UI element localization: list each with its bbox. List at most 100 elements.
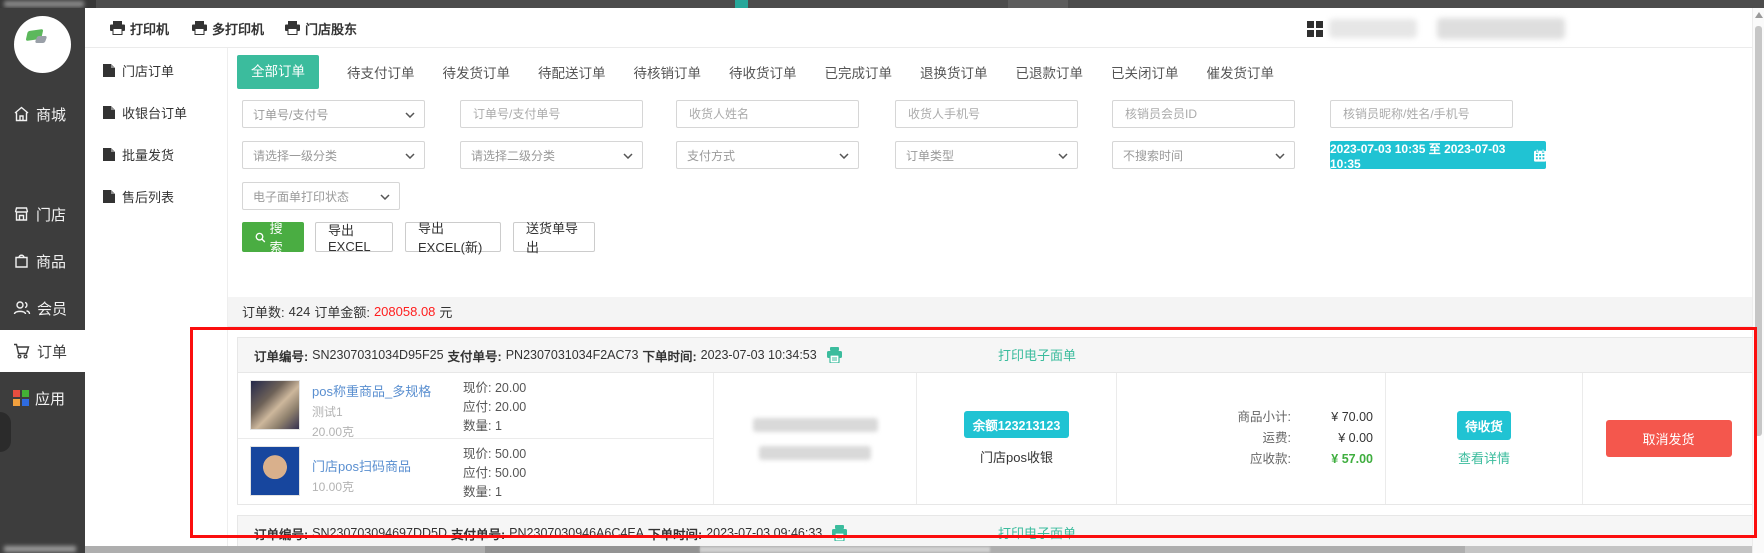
verifier-member-id-input[interactable] (1123, 106, 1284, 122)
cancel-shipment-button[interactable]: 取消发货 (1606, 420, 1732, 457)
sidebar-item-apps[interactable]: 应用 (0, 377, 85, 419)
print-receipt-icon[interactable] (826, 347, 843, 363)
order-count-label: 订单数: (242, 302, 285, 321)
order-no-label: 订单编号: (254, 346, 308, 365)
product-row: pos称重商品_多规格 测试1 20.00克 现价: 20.00 应付: 20.… (238, 373, 713, 439)
order-no-input[interactable] (471, 106, 632, 122)
chevron-down-icon (405, 112, 415, 118)
store-logo-avatar[interactable] (14, 16, 71, 73)
verifier-name-input-wrap (1330, 100, 1513, 128)
receiver-phone-input-wrap (895, 100, 1078, 128)
tab-closed[interactable]: 已关闭订单 (1111, 62, 1179, 82)
tab-pending-receipt[interactable]: 待收货订单 (729, 62, 797, 82)
store-shareholder-button[interactable]: 门店股东 (285, 8, 357, 48)
sidebar-item-label: 应用 (35, 388, 65, 409)
sidebar-item-mall[interactable]: 商城 (0, 93, 85, 135)
tab-urge-shipment[interactable]: 催发货订单 (1207, 62, 1275, 82)
date-range-value: 2023-07-03 10:35 至 2023-07-03 10:35 (1330, 140, 1528, 171)
menu-item-aftersale-list[interactable]: 售后列表 (103, 186, 174, 206)
order-no-input-wrap (460, 100, 643, 128)
search-icon (255, 231, 266, 244)
time-mode-select[interactable]: 不搜索时间 (1112, 141, 1295, 169)
order-time-value: 2023-07-03 09:46:33 (706, 526, 822, 540)
select-value: 订单类型 (906, 147, 954, 164)
receiver-phone-input[interactable] (906, 106, 1067, 122)
scroll-up-arrow-icon[interactable] (1755, 12, 1763, 18)
view-details-link[interactable]: 查看详情 (1458, 448, 1510, 467)
tab-all-orders[interactable]: 全部订单 (237, 55, 319, 89)
tab-pending-verification[interactable]: 待核销订单 (634, 62, 702, 82)
topbar: 打印机 多打印机 门店股东 (85, 8, 1764, 48)
tab-refunded[interactable]: 已退款订单 (1016, 62, 1084, 82)
order-body: pos称重商品_多规格 测试1 20.00克 现价: 20.00 应付: 20.… (238, 373, 1752, 504)
sidebar-item-label: 会员 (37, 298, 67, 319)
product-icon (13, 253, 30, 269)
amount-row: 运费: ¥ 0.00 (1117, 428, 1385, 449)
date-range-button[interactable]: 2023-07-03 10:35 至 2023-07-03 10:35 (1330, 141, 1546, 169)
chevron-down-icon (405, 153, 415, 159)
pay-no-label: 支付单号: (451, 524, 505, 543)
order-field-select[interactable]: 订单号/支付号 (242, 100, 425, 128)
user-grid-icon[interactable] (1307, 21, 1323, 37)
search-button[interactable]: 搜索 (242, 222, 304, 252)
product-image-cat[interactable] (250, 380, 300, 430)
tab-pending-shipment[interactable]: 待发货订单 (443, 62, 511, 82)
printer-button[interactable]: 打印机 (110, 8, 169, 48)
select-value: 订单号/支付号 (253, 106, 328, 123)
store-icon (13, 206, 30, 222)
category1-select[interactable]: 请选择一级分类 (242, 141, 425, 169)
sidebar-item-products[interactable]: 商品 (0, 240, 85, 282)
export-excel-button[interactable]: 导出 EXCEL (315, 222, 393, 252)
export-excel-new-button[interactable]: 导出EXCEL(新) (405, 222, 501, 252)
product-current-price: 现价: 20.00 (463, 379, 526, 398)
product-current-price: 现价: 50.00 (463, 445, 526, 464)
cart-icon (13, 343, 31, 359)
order-time-label: 下单时间: (642, 346, 696, 365)
top-strip-blurred-text (0, 0, 96, 8)
multi-printer-button[interactable]: 多打印机 (192, 8, 264, 48)
sidebar-item-orders[interactable]: 订单 (0, 330, 85, 372)
file-icon (103, 64, 115, 77)
status-column: 待收货 查看详情 (1386, 373, 1583, 504)
menu-item-batch-shipping[interactable]: 批量发货 (103, 144, 174, 164)
sidebar-item-label: 门店 (36, 204, 66, 225)
scrollbar-thumb[interactable] (1755, 26, 1762, 436)
sidebar-item-label: 订单 (37, 341, 67, 362)
calendar-icon (1534, 149, 1546, 162)
shipping-fee-label: 运费: (1263, 428, 1291, 449)
tab-pending-payment[interactable]: 待支付订单 (347, 62, 415, 82)
bottom-strip-segment (485, 546, 700, 553)
print-eface-link[interactable]: 打印电子面单 (998, 338, 1076, 373)
menu-item-cashier-orders[interactable]: 收银台订单 (103, 102, 187, 122)
sidebar-item-label: 商城 (36, 104, 66, 125)
sidebar-item-store[interactable]: 门店 (0, 193, 85, 235)
order-time-value: 2023-07-03 10:34:53 (701, 348, 817, 362)
menu-item-store-orders[interactable]: 门店订单 (103, 60, 174, 80)
eface-print-status-select[interactable]: 电子面单打印状态 (242, 182, 400, 210)
product-quantity: 数量: 1 (463, 417, 526, 436)
receiver-name-input[interactable] (687, 106, 848, 122)
logo-shape (35, 36, 48, 43)
order-menu-sidebar: 门店订单 收银台订单 批量发货 售后列表 (85, 48, 228, 553)
category2-select[interactable]: 请选择二级分类 (460, 141, 643, 169)
tab-pending-delivery[interactable]: 待配送订单 (538, 62, 606, 82)
order-status-tabs: 全部订单 待支付订单 待发货订单 待配送订单 待核销订单 待收货订单 已完成订单… (237, 55, 1274, 89)
vertical-scrollbar[interactable] (1752, 8, 1764, 553)
order-time-label: 下单时间: (648, 524, 702, 543)
product-price-block: 现价: 50.00 应付: 50.00 数量: 1 (463, 445, 526, 502)
amount-row: 商品小计: ¥ 70.00 (1117, 407, 1385, 428)
tab-return-exchange[interactable]: 退换货订单 (920, 62, 988, 82)
order-amount-unit: 元 (439, 302, 452, 321)
verifier-name-input[interactable] (1341, 106, 1502, 122)
amount-row: 应收款: ¥ 57.00 (1117, 449, 1385, 470)
select-value: 支付方式 (687, 147, 735, 164)
sidebar-item-members[interactable]: 会员 (0, 287, 85, 329)
tab-completed[interactable]: 已完成订单 (825, 62, 893, 82)
pay-method-select[interactable]: 支付方式 (676, 141, 859, 169)
product-image-man[interactable] (250, 446, 300, 496)
print-receipt-icon[interactable] (831, 525, 848, 541)
file-icon (103, 190, 115, 203)
drawer-toggle-notch[interactable] (0, 412, 11, 452)
delivery-note-export-button[interactable]: 送货单导出 (513, 222, 595, 252)
order-type-select[interactable]: 订单类型 (895, 141, 1078, 169)
